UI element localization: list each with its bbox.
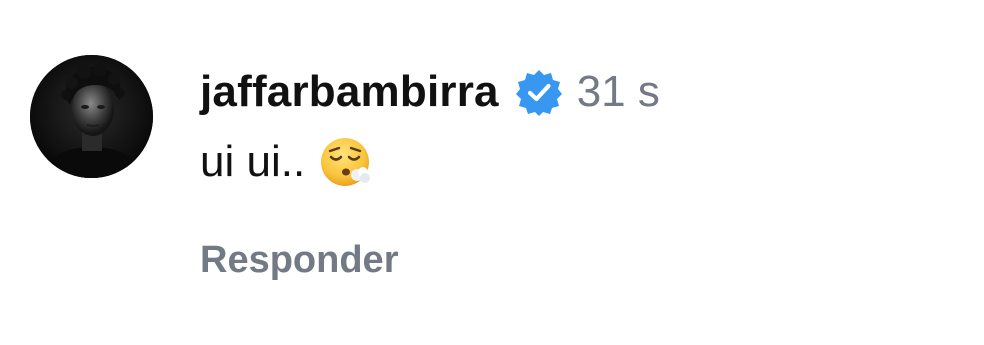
comment-header: jaffarbambirra 31 s [200,62,660,122]
comment-text: ui ui.. [200,137,306,186]
avatar-photo [30,55,153,178]
avatar[interactable] [30,55,153,178]
username[interactable]: jaffarbambirra [200,67,499,117]
comment-item: jaffarbambirra 31 s ui ui.. Responder [0,0,984,345]
comment-timestamp: 31 s [576,67,660,116]
comment-body: ui ui.. [200,132,373,192]
face-exhaling-emoji-icon [319,135,373,189]
reply-button[interactable]: Responder [200,232,398,288]
verified-badge-icon [515,68,563,116]
